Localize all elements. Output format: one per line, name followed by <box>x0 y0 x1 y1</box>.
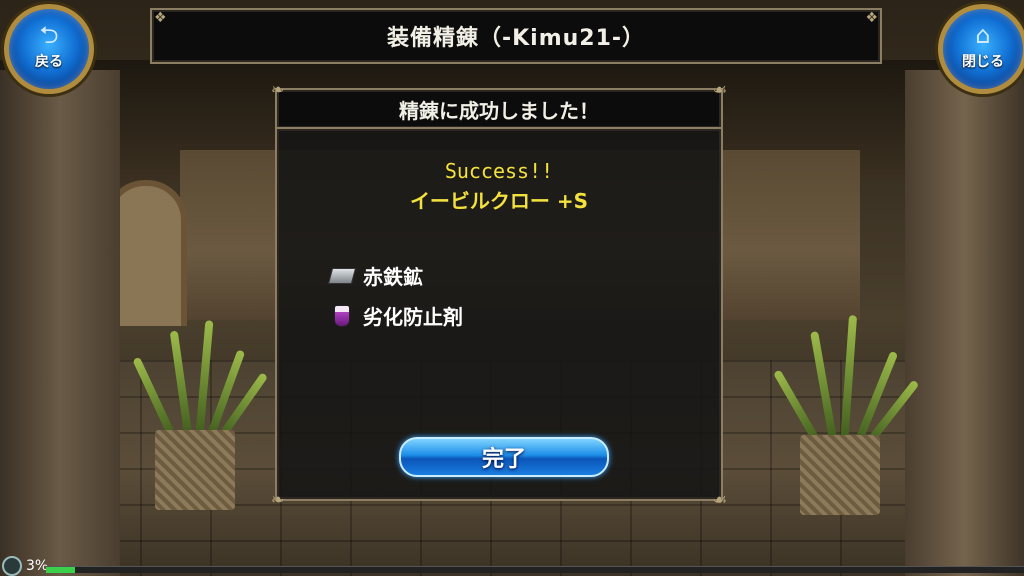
ornament-icon: ❧ <box>271 80 285 99</box>
page-title: 装備精錬（-Kimu21-） <box>386 26 646 51</box>
result-dialog: ❧ ☙ Success!! イービルクロー +S 赤鉄鉱 劣化防止剤 完了 <box>271 127 727 509</box>
done-button[interactable]: 完了 <box>399 437 609 477</box>
right-pillar <box>905 70 1024 576</box>
material-item: 劣化防止剤 <box>329 301 463 330</box>
status-indicator: 3% <box>2 556 48 576</box>
ornament-icon: ❧ <box>271 490 285 509</box>
success-message: Success!! <box>444 159 554 183</box>
potted-plant-right <box>773 315 920 515</box>
left-pillar <box>0 70 120 576</box>
back-button[interactable]: ⮌ 戻る <box>4 4 94 94</box>
material-name: 赤鉄鉱 <box>363 265 423 289</box>
ornament-icon: ☙ <box>712 80 727 99</box>
progress-bar <box>46 566 1024 573</box>
ornament-icon: ❖ <box>154 10 167 26</box>
dialog-title: 精錬に成功しました！ <box>399 98 599 123</box>
material-item: 赤鉄鉱 <box>327 261 423 290</box>
close-button[interactable]: ⌂ 閉じる <box>938 4 1024 94</box>
progress-percent: 3% <box>26 558 49 574</box>
done-button-label: 完了 <box>481 447 526 472</box>
progress-bar-fill <box>46 567 76 573</box>
title-bar: ❖ ❖ 装備精錬（-Kimu21-） <box>150 8 882 64</box>
close-button-label: 閉じる <box>962 54 1004 70</box>
material-name: 劣化防止剤 <box>363 305 463 329</box>
potion-icon <box>329 303 355 329</box>
ornament-icon: ☙ <box>712 490 727 509</box>
loading-ring-icon <box>2 556 22 576</box>
home-icon: ⌂ <box>975 21 991 49</box>
back-button-label: 戻る <box>35 54 63 70</box>
refined-item-name: イービルクロー +S <box>409 189 589 213</box>
potted-plant-left <box>132 320 269 510</box>
ornament-icon: ❖ <box>865 10 878 26</box>
return-arrow-icon: ⮌ <box>39 21 59 49</box>
ore-icon <box>327 263 357 289</box>
dialog-header: ❧ ☙ 精錬に成功しました！ <box>271 80 727 130</box>
